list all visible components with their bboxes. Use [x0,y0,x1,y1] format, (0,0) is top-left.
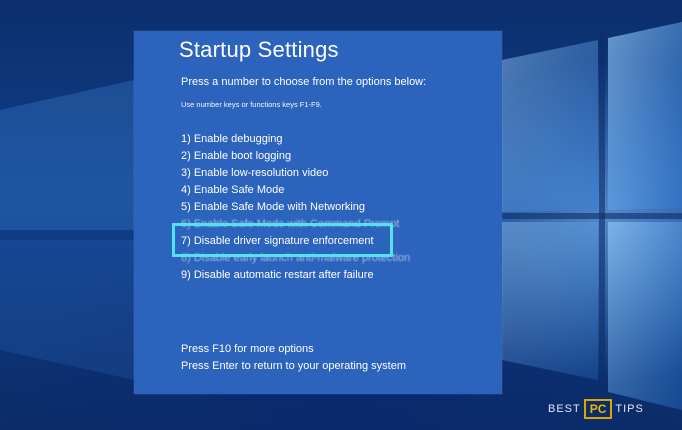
watermark-best: BEST [548,403,581,415]
instruction-text: Press a number to choose from the option… [181,76,427,88]
key-hint-text: Use number keys or functions keys F1-F9. [181,100,322,109]
page-title: Startup Settings [179,37,339,62]
watermark-tips: TIPS [615,403,644,415]
option-enable-safe-mode[interactable]: 4) Enable Safe Mode [181,184,410,201]
startup-options-list: 1) Enable debugging 2) Enable boot loggi… [181,133,410,286]
option-disable-automatic-restart[interactable]: 9) Disable automatic restart after failu… [181,269,410,286]
startup-settings-panel: Startup Settings Press a number to choos… [134,31,502,394]
footer-instructions: Press F10 for more options Press Enter t… [181,343,406,377]
option-enable-boot-logging[interactable]: 2) Enable boot logging [181,150,410,167]
watermark-pc: PC [583,399,613,419]
watermark-logo: BEST PC TIPS [548,398,644,420]
option-enable-low-resolution-video[interactable]: 3) Enable low-resolution video [181,167,410,184]
selected-option-highlight [172,223,393,257]
more-options-hint: Press F10 for more options [181,343,314,355]
option-enable-debugging[interactable]: 1) Enable debugging [181,133,410,150]
option-safe-mode-networking[interactable]: 5) Enable Safe Mode with Networking [181,201,410,218]
return-hint: Press Enter to return to your operating … [181,360,406,372]
